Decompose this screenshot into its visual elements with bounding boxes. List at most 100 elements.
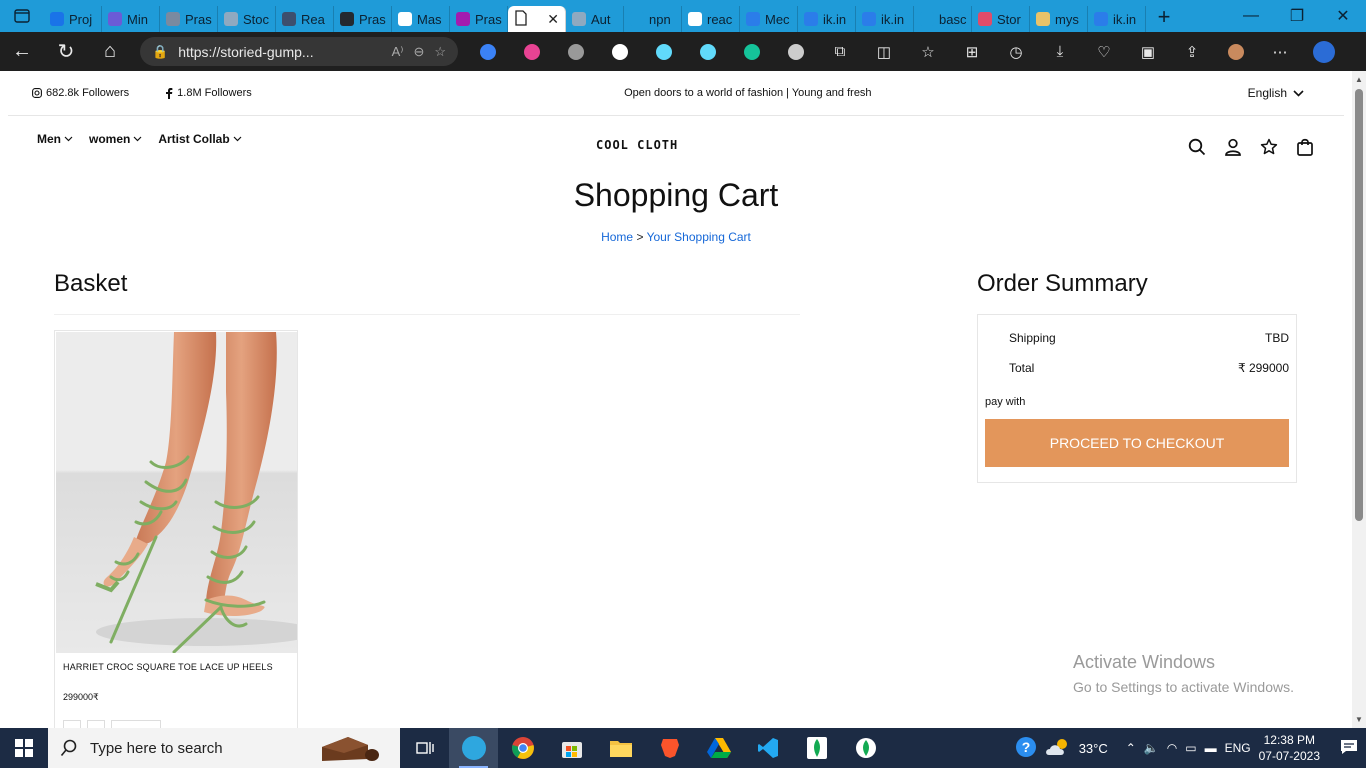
more-menu-icon[interactable]: ⋯ [1258, 32, 1302, 71]
system-clock[interactable]: 12:38 PM 07-07-2023 [1259, 732, 1320, 764]
favorite-star-icon[interactable]: ☆ [434, 44, 446, 60]
browser-extension-icon-5[interactable] [686, 32, 730, 71]
scroll-down-icon[interactable]: ▼ [1355, 715, 1363, 724]
tab-actions-icon[interactable] [0, 0, 44, 32]
browser-tab-5[interactable]: Pras [334, 6, 392, 32]
favorites-icon[interactable]: ☆ [906, 32, 950, 71]
cart-bag-icon[interactable] [1296, 138, 1314, 156]
close-window-icon[interactable]: ✕ [1320, 0, 1366, 32]
downloads-icon[interactable]: ⤓ [1038, 32, 1082, 71]
page-scrollbar[interactable]: ▲ ▼ [1352, 71, 1366, 728]
scrollbar-thumb[interactable] [1355, 89, 1363, 521]
url-text[interactable]: https://storied-gump... [178, 44, 381, 60]
notifications-icon[interactable] [1340, 739, 1358, 758]
browser-tab-right-9[interactable]: ik.in [1088, 6, 1146, 32]
task-view-icon[interactable] [400, 728, 449, 768]
nav-menu-item-0[interactable]: Men [37, 132, 73, 146]
tab-active[interactable]: ✕ [508, 6, 566, 32]
address-bar[interactable]: 🔒 https://storied-gump... A⁾ ⊖ ☆ [140, 37, 458, 66]
zoom-icon[interactable]: ⊖ [413, 44, 424, 60]
browser-tab-right-1[interactable]: npn [624, 6, 682, 32]
edge-taskbar-icon[interactable] [449, 728, 498, 768]
mongodb-compass-taskbar-icon[interactable] [792, 728, 841, 768]
facebook-followers[interactable]: 1.8M Followers [165, 87, 252, 99]
browser-tab-2[interactable]: Pras [160, 6, 218, 32]
share-icon[interactable]: ⇪ [1170, 32, 1214, 71]
network-icon[interactable]: ◠ [1167, 741, 1177, 755]
back-icon[interactable]: ← [0, 40, 44, 63]
browser-tab-right-0[interactable]: Aut [566, 6, 624, 32]
taskbar-search-box[interactable]: Type here to search [48, 728, 400, 768]
read-aloud-icon[interactable]: A⁾ [392, 44, 404, 60]
restore-icon[interactable]: ❐ [1274, 0, 1320, 32]
quantity-decrease-button[interactable] [63, 720, 81, 728]
performance-icon[interactable]: ♡ [1082, 32, 1126, 71]
site-logo[interactable]: COOL CLOTH [596, 138, 678, 152]
remove-item-button[interactable] [111, 720, 161, 728]
browser-tab-0[interactable]: Proj [44, 6, 102, 32]
chrome-taskbar-icon[interactable] [498, 728, 547, 768]
browser-tab-1[interactable]: Min [102, 6, 160, 32]
product-name[interactable]: HARRIET CROC SQUARE TOE LACE UP HEELS [63, 662, 273, 672]
mongodb-taskbar-icon[interactable] [841, 728, 890, 768]
browser-tab-right-4[interactable]: ik.in [798, 6, 856, 32]
profile-avatar[interactable] [1214, 32, 1258, 71]
browser-tab-right-2[interactable]: reac [682, 6, 740, 32]
screenshot-icon[interactable]: ▣ [1126, 32, 1170, 71]
refresh-icon[interactable]: ↻ [44, 39, 88, 64]
browser-tab-right-8[interactable]: mys [1030, 6, 1088, 32]
browser-extension-icon-6[interactable] [730, 32, 774, 71]
product-image[interactable] [56, 332, 297, 653]
minimize-icon[interactable]: — [1228, 0, 1274, 32]
wishlist-star-icon[interactable] [1260, 138, 1278, 156]
browser-tab-right-5[interactable]: ik.in [856, 6, 914, 32]
close-tab-icon[interactable]: ✕ [547, 11, 559, 28]
account-icon[interactable] [1224, 138, 1242, 156]
home-icon[interactable]: ⌂ [88, 40, 132, 63]
google-drive-taskbar-icon[interactable] [694, 728, 743, 768]
browser-tab-4[interactable]: Rea [276, 6, 334, 32]
browser-tab-6[interactable]: Mas [392, 6, 450, 32]
show-hidden-icons[interactable]: ⌃ [1126, 741, 1136, 755]
store-taskbar-icon[interactable] [547, 728, 596, 768]
split-screen-icon[interactable]: ◫ [862, 32, 906, 71]
help-icon[interactable]: ? [1015, 736, 1037, 761]
browser-extension-icon-4[interactable] [642, 32, 686, 71]
breadcrumb-current-link[interactable]: Your Shopping Cart [647, 230, 751, 244]
browser-tab-right-3[interactable]: Mec [740, 6, 798, 32]
new-tab-button[interactable]: + [1146, 4, 1182, 30]
browser-extension-icon-7[interactable] [774, 32, 818, 71]
browser-tab-right-6[interactable]: basc [914, 6, 972, 32]
proceed-to-checkout-button[interactable]: PROCEED TO CHECKOUT [985, 419, 1289, 467]
browser-tab-right-7[interactable]: Stor [972, 6, 1030, 32]
file-explorer-taskbar-icon[interactable] [596, 728, 645, 768]
vscode-taskbar-icon[interactable] [743, 728, 792, 768]
temperature[interactable]: 33°C [1079, 741, 1108, 756]
browser-extension-icon-1[interactable] [510, 32, 554, 71]
input-language[interactable]: ENG [1225, 741, 1251, 755]
quantity-increase-button[interactable] [87, 720, 105, 728]
scroll-up-icon[interactable]: ▲ [1355, 75, 1363, 84]
breadcrumb-home-link[interactable]: Home [601, 230, 633, 244]
search-icon[interactable] [1188, 138, 1206, 156]
extensions-icon[interactable]: ⧉ [818, 32, 862, 71]
history-icon[interactable]: ◷ [994, 32, 1038, 71]
browser-extension-icon-3[interactable] [598, 32, 642, 71]
volume-icon[interactable]: 🔈 [1144, 741, 1159, 755]
brave-taskbar-icon[interactable] [645, 728, 694, 768]
weather-icon[interactable] [1045, 737, 1071, 760]
language-selector[interactable]: English [1248, 86, 1344, 100]
meet-now-icon[interactable]: ▭ [1185, 741, 1196, 755]
bing-copilot-icon[interactable] [1302, 32, 1346, 71]
taskbar-search-placeholder[interactable]: Type here to search [90, 740, 223, 757]
browser-tab-3[interactable]: Stoc [218, 6, 276, 32]
browser-extension-icon-2[interactable] [554, 32, 598, 71]
browser-tab-7[interactable]: Pras [450, 6, 508, 32]
cart-item-card[interactable]: HARRIET CROC SQUARE TOE LACE UP HEELS 29… [54, 330, 298, 728]
battery-icon[interactable]: ▬ [1205, 741, 1217, 755]
collections-icon[interactable]: ⊞ [950, 32, 994, 71]
instagram-followers[interactable]: 682.8k Followers [32, 87, 129, 99]
browser-extension-icon-0[interactable] [466, 32, 510, 71]
windows-start-icon[interactable] [0, 728, 48, 768]
nav-menu-item-2[interactable]: Artist Collab [158, 132, 242, 146]
